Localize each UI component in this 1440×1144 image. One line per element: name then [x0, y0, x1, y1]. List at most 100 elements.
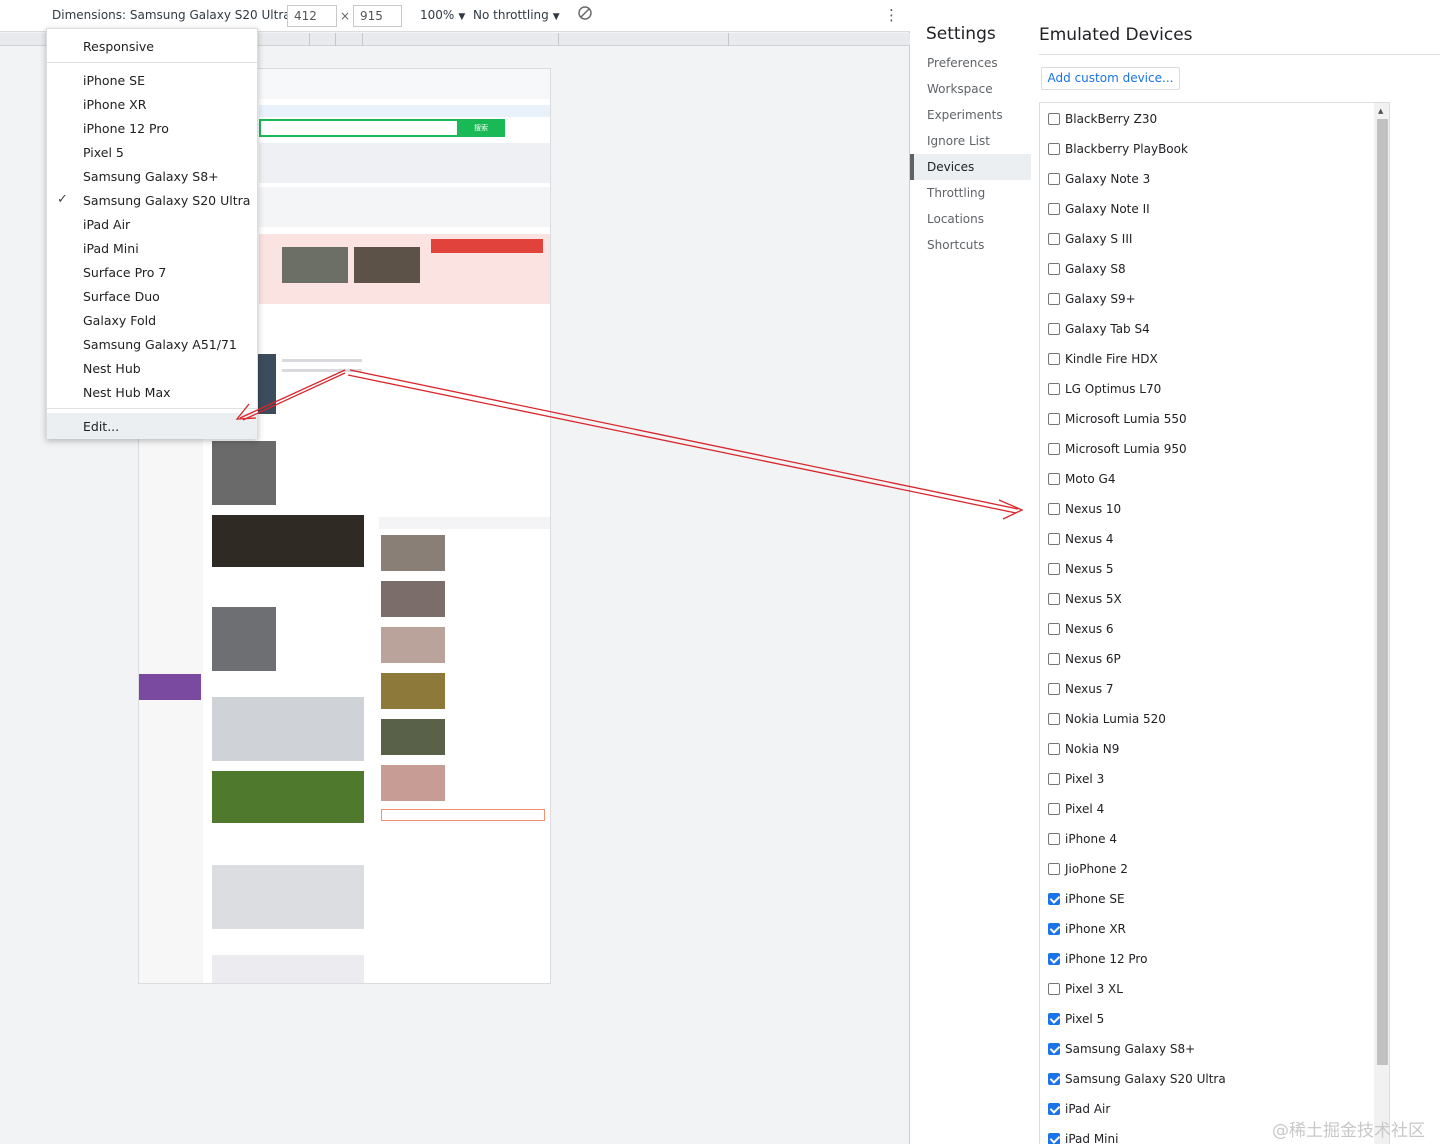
zoom-select[interactable]: 100% ▼ [420, 8, 465, 22]
menu-item-device[interactable]: Nest Hub Max [83, 385, 171, 400]
device-row[interactable]: Pixel 4 [1040, 794, 1370, 824]
device-row[interactable]: Pixel 5 [1040, 1004, 1370, 1034]
device-checkbox[interactable] [1048, 413, 1060, 425]
scroll-up-arrow-icon[interactable]: ▲ [1378, 107, 1383, 115]
device-checkbox[interactable] [1048, 983, 1060, 995]
menu-item-device-selected[interactable]: Samsung Galaxy S20 Ultra [83, 193, 250, 208]
width-input[interactable]: 412 [287, 5, 337, 27]
device-row[interactable]: Nexus 6P [1040, 644, 1370, 674]
device-checkbox[interactable] [1048, 863, 1060, 875]
device-row[interactable]: Nexus 5X [1040, 584, 1370, 614]
device-row[interactable]: Nexus 10 [1040, 494, 1370, 524]
scrollbar-thumb[interactable] [1377, 119, 1388, 1065]
device-row[interactable]: Microsoft Lumia 950 [1040, 434, 1370, 464]
device-checkbox-checked[interactable] [1048, 1073, 1060, 1085]
device-row[interactable]: Blackberry PlayBook [1040, 134, 1370, 164]
menu-item-responsive[interactable]: Responsive [83, 39, 154, 54]
settings-nav-preferences[interactable]: Preferences [910, 50, 1031, 76]
device-checkbox[interactable] [1048, 653, 1060, 665]
device-checkbox-checked[interactable] [1048, 893, 1060, 905]
settings-nav-experiments[interactable]: Experiments [910, 102, 1031, 128]
device-checkbox[interactable] [1048, 233, 1060, 245]
device-checkbox[interactable] [1048, 473, 1060, 485]
device-row[interactable]: Kindle Fire HDX [1040, 344, 1370, 374]
menu-item-device[interactable]: Samsung Galaxy S8+ [83, 169, 219, 184]
menu-item-edit[interactable]: Edit... [83, 419, 119, 434]
menu-item-device[interactable]: iPhone XR [83, 97, 146, 112]
kebab-icon[interactable]: ⋮ [884, 6, 899, 24]
device-row[interactable]: Galaxy Note 3 [1040, 164, 1370, 194]
height-input[interactable]: 915 [353, 5, 402, 27]
device-row[interactable]: Moto G4 [1040, 464, 1370, 494]
device-row[interactable]: LG Optimus L70 [1040, 374, 1370, 404]
device-row[interactable]: iPhone 4 [1040, 824, 1370, 854]
device-checkbox[interactable] [1048, 503, 1060, 515]
device-checkbox[interactable] [1048, 593, 1060, 605]
device-checkbox[interactable] [1048, 113, 1060, 125]
device-row[interactable]: Nexus 6 [1040, 614, 1370, 644]
device-row[interactable]: BlackBerry Z30 [1040, 104, 1370, 134]
device-checkbox-checked[interactable] [1048, 1013, 1060, 1025]
device-checkbox[interactable] [1048, 143, 1060, 155]
device-row[interactable]: Nexus 7 [1040, 674, 1370, 704]
device-row[interactable]: Pixel 3 [1040, 764, 1370, 794]
device-checkbox[interactable] [1048, 383, 1060, 395]
device-checkbox[interactable] [1048, 263, 1060, 275]
device-row[interactable]: Samsung Galaxy S8+ [1040, 1034, 1370, 1064]
device-checkbox[interactable] [1048, 713, 1060, 725]
throttling-select[interactable]: No throttling ▼ [473, 8, 560, 22]
device-row[interactable]: iPhone 12 Pro [1040, 944, 1370, 974]
device-row[interactable]: Galaxy S III [1040, 224, 1370, 254]
menu-item-device[interactable]: Galaxy Fold [83, 313, 156, 328]
device-checkbox[interactable] [1048, 323, 1060, 335]
device-row[interactable]: Galaxy S8 [1040, 254, 1370, 284]
device-row[interactable]: Nexus 5 [1040, 554, 1370, 584]
device-checkbox[interactable] [1048, 353, 1060, 365]
menu-item-device[interactable]: Surface Pro 7 [83, 265, 166, 280]
menu-item-device[interactable]: iPad Air [83, 217, 130, 232]
device-checkbox-checked[interactable] [1048, 1043, 1060, 1055]
device-row[interactable]: Nokia N9 [1040, 734, 1370, 764]
device-row[interactable]: iPhone SE [1040, 884, 1370, 914]
scrollbar[interactable]: ▲ [1374, 103, 1389, 1144]
device-row[interactable]: Galaxy Note II [1040, 194, 1370, 224]
device-checkbox-checked[interactable] [1048, 1103, 1060, 1115]
device-checkbox[interactable] [1048, 743, 1060, 755]
dimensions-select[interactable]: Dimensions: Samsung Galaxy S20 Ultra▼ [52, 8, 302, 22]
device-row[interactable]: Galaxy Tab S4 [1040, 314, 1370, 344]
menu-item-device[interactable]: Surface Duo [83, 289, 160, 304]
settings-nav-throttling[interactable]: Throttling [910, 180, 1031, 206]
device-row[interactable]: Galaxy S9+ [1040, 284, 1370, 314]
menu-item-device[interactable]: Nest Hub [83, 361, 141, 376]
menu-item-device[interactable]: iPad Mini [83, 241, 139, 256]
device-checkbox[interactable] [1048, 203, 1060, 215]
device-checkbox[interactable] [1048, 563, 1060, 575]
settings-nav-shortcuts[interactable]: Shortcuts [910, 232, 1031, 258]
device-checkbox[interactable] [1048, 533, 1060, 545]
menu-item-device[interactable]: iPhone 12 Pro [83, 121, 169, 136]
site-search-button[interactable]: 搜索 [457, 119, 505, 137]
menu-item-device[interactable]: iPhone SE [83, 73, 145, 88]
device-row[interactable]: Pixel 3 XL [1040, 974, 1370, 1004]
menu-item-device[interactable]: Samsung Galaxy A51/71 [83, 337, 237, 352]
device-row[interactable]: Nokia Lumia 520 [1040, 704, 1370, 734]
device-checkbox[interactable] [1048, 803, 1060, 815]
device-row[interactable]: Microsoft Lumia 550 [1040, 404, 1370, 434]
device-checkbox[interactable] [1048, 833, 1060, 845]
device-checkbox-checked[interactable] [1048, 953, 1060, 965]
device-checkbox-checked[interactable] [1048, 1133, 1060, 1144]
device-row[interactable]: JioPhone 2 [1040, 854, 1370, 884]
settings-nav-devices[interactable]: Devices [910, 154, 1031, 180]
device-row[interactable]: Samsung Galaxy S20 Ultra [1040, 1064, 1370, 1094]
device-checkbox[interactable] [1048, 173, 1060, 185]
device-checkbox[interactable] [1048, 623, 1060, 635]
load-more-button[interactable] [381, 809, 545, 821]
no-entry-icon[interactable] [577, 5, 593, 24]
device-checkbox[interactable] [1048, 683, 1060, 695]
device-row[interactable]: iPhone XR [1040, 914, 1370, 944]
device-checkbox[interactable] [1048, 773, 1060, 785]
settings-nav-ignore-list[interactable]: Ignore List [910, 128, 1031, 154]
device-checkbox[interactable] [1048, 443, 1060, 455]
add-custom-device-button[interactable]: Add custom device... [1041, 67, 1180, 90]
device-checkbox-checked[interactable] [1048, 923, 1060, 935]
